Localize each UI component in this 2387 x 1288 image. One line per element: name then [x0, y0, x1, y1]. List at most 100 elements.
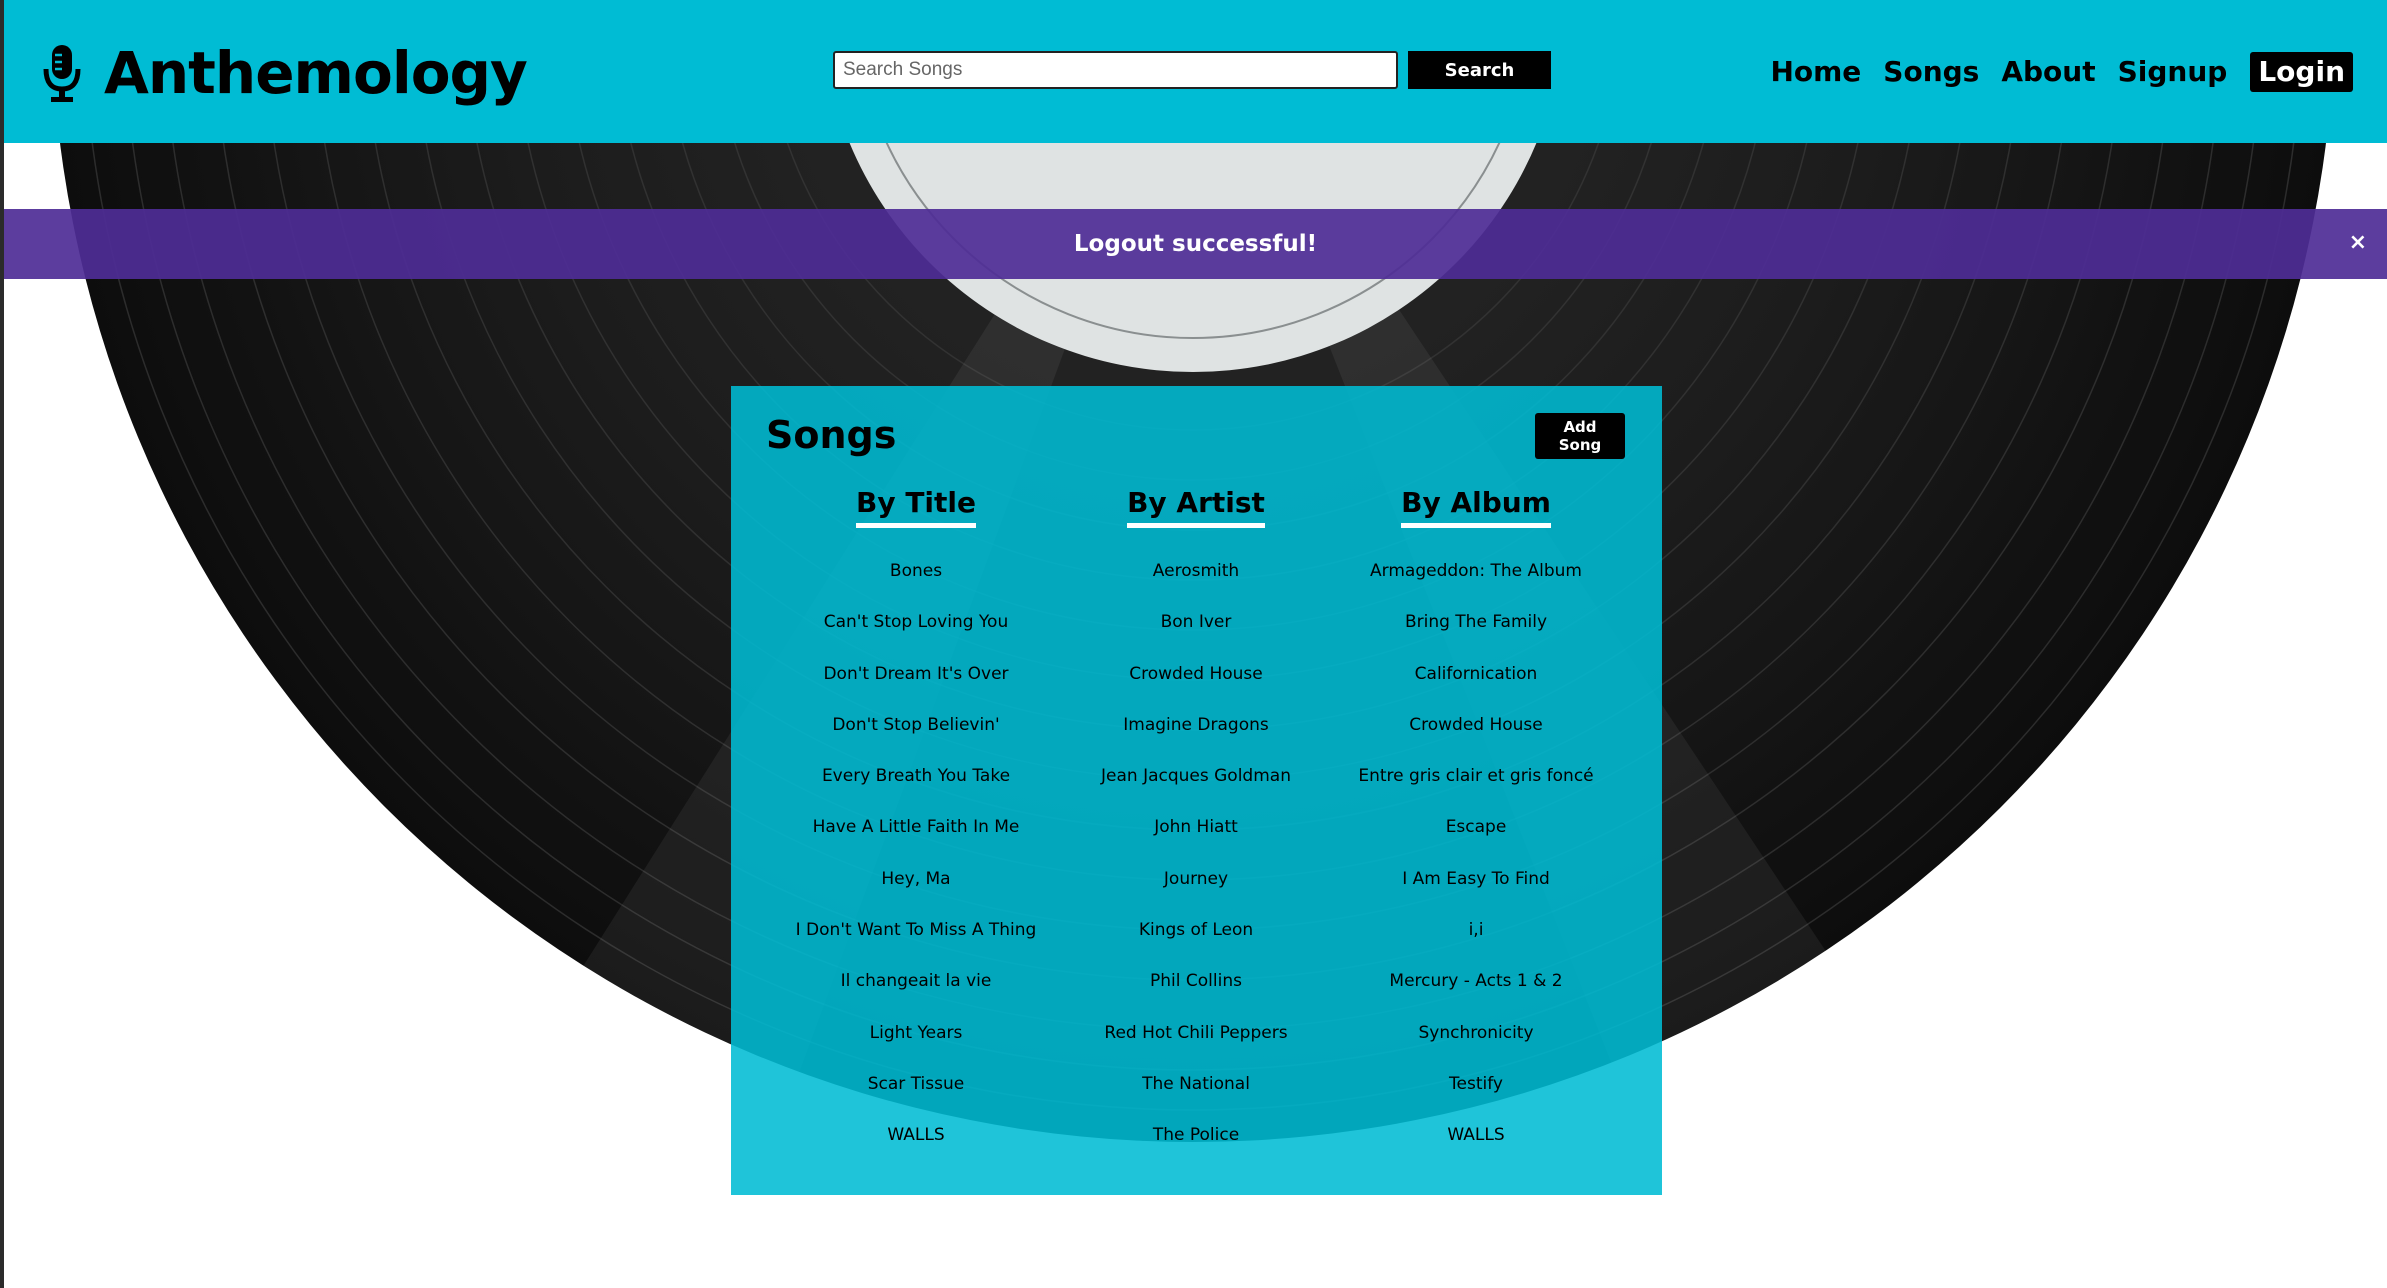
flash-message: Logout successful! ×: [4, 209, 2387, 279]
microphone-icon: [43, 45, 81, 102]
album-link[interactable]: Californication: [1415, 664, 1538, 684]
nav-about[interactable]: About: [1990, 52, 2106, 92]
album-link[interactable]: Mercury - Acts 1 & 2: [1389, 971, 1562, 991]
nav-home[interactable]: Home: [1759, 52, 1872, 92]
artist-link[interactable]: The Police: [1153, 1125, 1239, 1145]
list-item: Bones: [776, 546, 1056, 597]
column-heading-title[interactable]: By Title: [855, 486, 976, 528]
nav-login[interactable]: Login: [2250, 52, 2353, 92]
song-link[interactable]: Every Breath You Take: [822, 766, 1010, 786]
song-link[interactable]: Il changeait la vie: [841, 971, 992, 991]
list-item: I Don't Want To Miss A Thing: [776, 905, 1056, 956]
list-item: The National: [1056, 1059, 1336, 1110]
list-item: I Am Easy To Find: [1336, 854, 1616, 905]
list-item: Jean Jacques Goldman: [1056, 751, 1336, 802]
list-item: Imagine Dragons: [1056, 700, 1336, 751]
album-link[interactable]: Testify: [1449, 1074, 1503, 1094]
song-link[interactable]: Scar Tissue: [868, 1074, 964, 1094]
list-item: Scar Tissue: [776, 1059, 1056, 1110]
list-item: Don't Dream It's Over: [776, 649, 1056, 700]
song-link[interactable]: Hey, Ma: [881, 869, 950, 889]
list-item: Have A Little Faith In Me: [776, 802, 1056, 853]
album-link[interactable]: Crowded House: [1409, 715, 1543, 735]
songs-card: Songs Add Song By Title Bones Can't Stop…: [731, 386, 1662, 1195]
artist-link[interactable]: Jean Jacques Goldman: [1101, 766, 1291, 786]
album-link[interactable]: WALLS: [1447, 1125, 1504, 1145]
songs-title: Songs: [766, 413, 897, 457]
list-item: WALLS: [776, 1110, 1056, 1161]
add-song-button[interactable]: Add Song: [1535, 413, 1625, 459]
window-border: [0, 0, 4, 1288]
column-heading-album[interactable]: By Album: [1401, 486, 1551, 528]
list-item: Every Breath You Take: [776, 751, 1056, 802]
list-item: Armageddon: The Album: [1336, 546, 1616, 597]
column-by-album: By Album Armageddon: The Album Bring The…: [1336, 486, 1616, 1162]
column-heading-artist[interactable]: By Artist: [1127, 486, 1265, 528]
list-item: John Hiatt: [1056, 802, 1336, 853]
nav-signup[interactable]: Signup: [2107, 52, 2239, 92]
list-item: Entre gris clair et gris foncé: [1336, 751, 1616, 802]
nav-links: Home Songs About Signup Login: [1759, 52, 2353, 92]
album-link[interactable]: Synchronicity: [1418, 1023, 1533, 1043]
album-link[interactable]: Entre gris clair et gris foncé: [1358, 766, 1593, 786]
search-form: Search: [833, 51, 1551, 89]
list-item: Aerosmith: [1056, 546, 1336, 597]
song-link[interactable]: Bones: [890, 561, 942, 581]
list-item: Crowded House: [1056, 649, 1336, 700]
list-item: Red Hot Chili Peppers: [1056, 1008, 1336, 1059]
album-link[interactable]: I Am Easy To Find: [1402, 869, 1550, 889]
list-item: Hey, Ma: [776, 854, 1056, 905]
list-item: Journey: [1056, 854, 1336, 905]
brand-name: Anthemology: [104, 39, 528, 107]
artist-link[interactable]: Journey: [1164, 869, 1228, 889]
song-link[interactable]: Can't Stop Loving You: [824, 612, 1009, 632]
close-icon[interactable]: ×: [2349, 229, 2367, 257]
artist-link[interactable]: Red Hot Chili Peppers: [1104, 1023, 1287, 1043]
flash-text: Logout successful!: [1073, 231, 1318, 257]
list-item: WALLS: [1336, 1110, 1616, 1161]
artist-link[interactable]: Imagine Dragons: [1123, 715, 1268, 735]
list-item: Bring The Family: [1336, 597, 1616, 648]
album-link[interactable]: Escape: [1446, 817, 1507, 837]
album-link[interactable]: i,i: [1469, 920, 1484, 940]
column-by-artist: By Artist Aerosmith Bon Iver Crowded Hou…: [1056, 486, 1336, 1162]
column-by-title: By Title Bones Can't Stop Loving You Don…: [776, 486, 1056, 1162]
list-item: Californication: [1336, 649, 1616, 700]
list-item: Mercury - Acts 1 & 2: [1336, 956, 1616, 1007]
list-item: Escape: [1336, 802, 1616, 853]
album-link[interactable]: Armageddon: The Album: [1370, 561, 1582, 581]
list-item: Bon Iver: [1056, 597, 1336, 648]
artist-link[interactable]: John Hiatt: [1154, 817, 1238, 837]
list-item: i,i: [1336, 905, 1616, 956]
album-list: Armageddon: The Album Bring The Family C…: [1336, 546, 1616, 1162]
nav-songs[interactable]: Songs: [1872, 52, 1990, 92]
navbar: Anthemology Search Home Songs About Sign…: [4, 0, 2387, 143]
song-link[interactable]: Don't Dream It's Over: [823, 664, 1008, 684]
list-item: Light Years: [776, 1008, 1056, 1059]
artist-link[interactable]: Kings of Leon: [1139, 920, 1253, 940]
artist-link[interactable]: The National: [1142, 1074, 1250, 1094]
song-link[interactable]: Light Years: [870, 1023, 963, 1043]
title-list: Bones Can't Stop Loving You Don't Dream …: [776, 546, 1056, 1162]
song-link[interactable]: Don't Stop Believin': [832, 715, 999, 735]
artist-link[interactable]: Crowded House: [1129, 664, 1263, 684]
list-item: The Police: [1056, 1110, 1336, 1161]
list-item: Il changeait la vie: [776, 956, 1056, 1007]
song-link[interactable]: WALLS: [887, 1125, 944, 1145]
list-item: Crowded House: [1336, 700, 1616, 751]
songs-columns: By Title Bones Can't Stop Loving You Don…: [776, 486, 1616, 1162]
list-item: Can't Stop Loving You: [776, 597, 1056, 648]
search-input[interactable]: [833, 51, 1398, 89]
artist-link[interactable]: Bon Iver: [1161, 612, 1232, 632]
artist-link[interactable]: Phil Collins: [1150, 971, 1242, 991]
song-link[interactable]: Have A Little Faith In Me: [813, 817, 1020, 837]
brand[interactable]: Anthemology: [42, 38, 528, 108]
list-item: Phil Collins: [1056, 956, 1336, 1007]
song-link[interactable]: I Don't Want To Miss A Thing: [796, 920, 1037, 940]
album-link[interactable]: Bring The Family: [1405, 612, 1547, 632]
search-button[interactable]: Search: [1408, 51, 1551, 89]
list-item: Testify: [1336, 1059, 1616, 1110]
list-item: Kings of Leon: [1056, 905, 1336, 956]
artist-link[interactable]: Aerosmith: [1153, 561, 1239, 581]
artist-list: Aerosmith Bon Iver Crowded House Imagine…: [1056, 546, 1336, 1162]
